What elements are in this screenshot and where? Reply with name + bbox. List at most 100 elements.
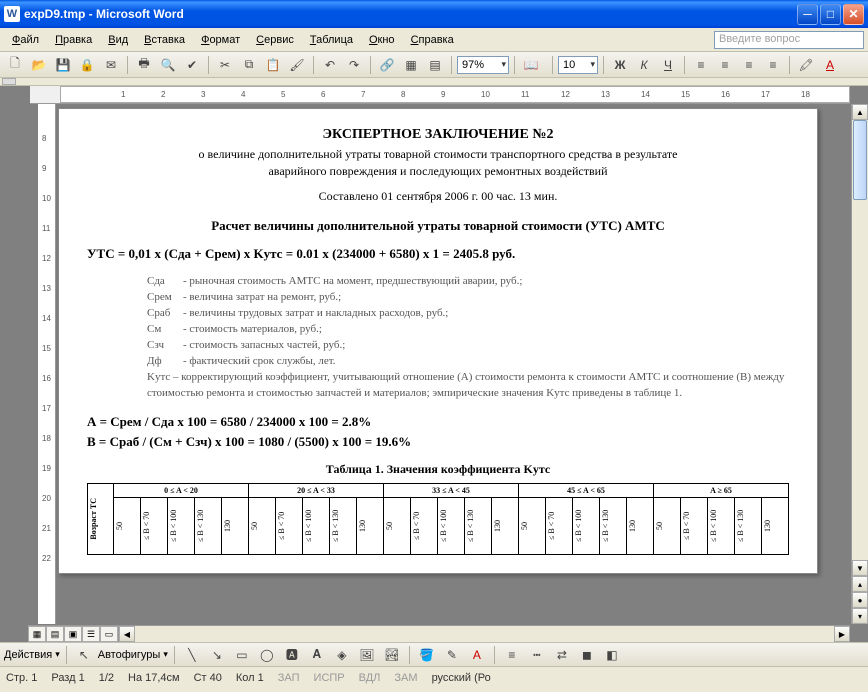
read-icon[interactable]: 📖 xyxy=(520,54,542,76)
draw-actions[interactable]: Действия xyxy=(4,649,52,661)
scroll-left-button[interactable]: ◀ xyxy=(119,626,135,642)
hyperlink-icon[interactable]: 🔗 xyxy=(376,54,398,76)
scroll-thumb[interactable] xyxy=(853,120,867,200)
clipart-icon[interactable]: 🖼 xyxy=(356,644,378,666)
wordart-icon[interactable]: 𝐀 xyxy=(306,644,328,666)
vertical-ruler[interactable]: 8910 111213 141516 171819 202122 xyxy=(38,104,56,624)
align-right-icon[interactable]: ≡ xyxy=(738,54,760,76)
undo-icon[interactable]: ↶ xyxy=(319,54,341,76)
fontsize-combo[interactable]: 10 xyxy=(558,56,598,74)
preview-icon[interactable]: 🔍 xyxy=(157,54,179,76)
help-search-input[interactable]: Введите вопрос xyxy=(714,31,864,49)
prev-page-button[interactable]: ▴ xyxy=(852,576,868,592)
3d-icon[interactable]: ◧ xyxy=(601,644,623,666)
normal-view-button[interactable]: ▦ xyxy=(28,626,46,642)
menu-insert[interactable]: Вставка xyxy=(136,32,193,48)
shadow-icon[interactable]: ◼ xyxy=(576,644,598,666)
redo-icon[interactable]: ↷ xyxy=(343,54,365,76)
menu-edit[interactable]: Правка xyxy=(47,32,100,48)
horizontal-ruler[interactable]: 123 456 789 101112 131415 161718 xyxy=(30,86,850,104)
maximize-button[interactable]: □ xyxy=(820,4,841,25)
scroll-down-button[interactable]: ▼ xyxy=(852,560,868,576)
print-view-button[interactable]: ▣ xyxy=(64,626,82,642)
menu-view[interactable]: Вид xyxy=(100,32,136,48)
status-line: Ст 40 xyxy=(194,672,222,684)
menu-tools[interactable]: Сервис xyxy=(248,32,302,48)
mail-icon[interactable]: ✉ xyxy=(100,54,122,76)
align-center-icon[interactable]: ≡ xyxy=(714,54,736,76)
font-color-icon[interactable]: A xyxy=(819,54,841,76)
hscroll-track[interactable] xyxy=(135,626,834,642)
doc-title: ЭКСПЕРТНОЕ ЗАКЛЮЧЕНИЕ №2 xyxy=(87,127,789,143)
vertical-scrollbar[interactable]: ▲ ▼ ▴ ● ▾ xyxy=(851,104,868,624)
line-color-icon[interactable]: ✎ xyxy=(441,644,463,666)
menu-table[interactable]: Таблица xyxy=(302,32,361,48)
close-button[interactable]: ✕ xyxy=(843,4,864,25)
spellcheck-icon[interactable]: ✔ xyxy=(181,54,203,76)
menu-file[interactable]: Файл xyxy=(4,32,47,48)
horizontal-scrollbar: ▦ ▤ ▣ ☰ ▭ ◀ ▶ xyxy=(28,625,850,642)
line-icon[interactable]: ╲ xyxy=(181,644,203,666)
minimize-button[interactable]: ─ xyxy=(797,4,818,25)
underline-icon[interactable]: Ч xyxy=(657,54,679,76)
doc-formula: УТС = 0,01 x (Cда + Cрем) x Kутс = 0.01 … xyxy=(87,246,789,262)
rectangle-icon[interactable]: ▭ xyxy=(231,644,253,666)
doc-date: Составлено 01 сентября 2006 г. 00 час. 1… xyxy=(87,189,789,204)
copy-icon[interactable]: ⧉ xyxy=(238,54,260,76)
table-caption: Таблица 1. Значения коэффициента Kутс xyxy=(87,462,789,477)
menu-format[interactable]: Формат xyxy=(193,32,248,48)
status-ovr[interactable]: ЗАМ xyxy=(394,672,417,684)
scroll-right-button[interactable]: ▶ xyxy=(834,626,850,642)
print-icon[interactable]: 🖶 xyxy=(133,54,155,76)
calc-b: В = Cраб / (Cм + Cзч) x 100 = 1080 / (55… xyxy=(87,434,789,450)
status-ext[interactable]: ВДЛ xyxy=(359,672,381,684)
table-grid-icon[interactable]: ▦ xyxy=(400,54,422,76)
save-icon[interactable]: 💾 xyxy=(52,54,74,76)
permission-icon[interactable]: 🔒 xyxy=(76,54,98,76)
web-view-button[interactable]: ▤ xyxy=(46,626,64,642)
open-icon[interactable]: 📂 xyxy=(28,54,50,76)
font-color-icon-2[interactable]: A xyxy=(466,644,488,666)
arrow-icon[interactable]: ↘ xyxy=(206,644,228,666)
autoshapes[interactable]: Автофигуры xyxy=(98,649,161,661)
diagram-icon[interactable]: ◈ xyxy=(331,644,353,666)
status-lang[interactable]: русский (Ро xyxy=(432,672,491,684)
justify-icon[interactable]: ≡ xyxy=(762,54,784,76)
tab-stop-left[interactable] xyxy=(2,78,16,85)
menu-help[interactable]: Справка xyxy=(403,32,462,48)
status-rec[interactable]: ЗАП xyxy=(278,672,300,684)
align-left-icon[interactable]: ≡ xyxy=(690,54,712,76)
status-page: Стр. 1 xyxy=(6,672,37,684)
drawing-toolbar: Действия▾ ↖ Автофигуры▾ ╲ ↘ ▭ ◯ 🅰 𝐀 ◈ 🖼 … xyxy=(0,642,868,666)
paste-icon[interactable]: 📋 xyxy=(262,54,284,76)
scroll-up-button[interactable]: ▲ xyxy=(852,104,868,120)
menu-window[interactable]: Окно xyxy=(361,32,403,48)
bold-icon[interactable]: Ж xyxy=(609,54,631,76)
fill-color-icon[interactable]: 🪣 xyxy=(416,644,438,666)
reading-view-button[interactable]: ▭ xyxy=(100,626,118,642)
next-page-button[interactable]: ▾ xyxy=(852,608,868,624)
browse-object-button[interactable]: ● xyxy=(852,592,868,608)
title-bar: W expD9.tmp - Microsoft Word ─ □ ✕ xyxy=(0,0,868,28)
format-painter-icon[interactable]: 🖌 xyxy=(286,54,308,76)
dash-style-icon[interactable]: ┅ xyxy=(526,644,548,666)
line-style-icon[interactable]: ≡ xyxy=(501,644,523,666)
outline-view-button[interactable]: ☰ xyxy=(82,626,100,642)
status-trk[interactable]: ИСПР xyxy=(314,672,345,684)
doc-subtitle-1: о величине дополнительной утраты товарно… xyxy=(87,147,789,162)
highlight-icon[interactable]: 🖍 xyxy=(795,54,817,76)
picture-icon[interactable]: 🏞 xyxy=(381,644,403,666)
new-doc-icon[interactable]: 🗋 xyxy=(4,54,26,76)
arrow-style-icon[interactable]: ⇄ xyxy=(551,644,573,666)
select-arrow-icon[interactable]: ↖ xyxy=(73,644,95,666)
zoom-combo[interactable]: 97% xyxy=(457,56,509,74)
window-title: expD9.tmp - Microsoft Word xyxy=(24,7,797,21)
insert-table-icon[interactable]: ▤ xyxy=(424,54,446,76)
app-icon: W xyxy=(4,6,20,22)
doc-h2: Расчет величины дополнительной утраты то… xyxy=(87,218,789,234)
textbox-icon[interactable]: 🅰 xyxy=(281,644,303,666)
oval-icon[interactable]: ◯ xyxy=(256,644,278,666)
italic-icon[interactable]: К xyxy=(633,54,655,76)
document-page[interactable]: ЭКСПЕРТНОЕ ЗАКЛЮЧЕНИЕ №2 о величине допо… xyxy=(58,108,818,574)
cut-icon[interactable]: ✂ xyxy=(214,54,236,76)
